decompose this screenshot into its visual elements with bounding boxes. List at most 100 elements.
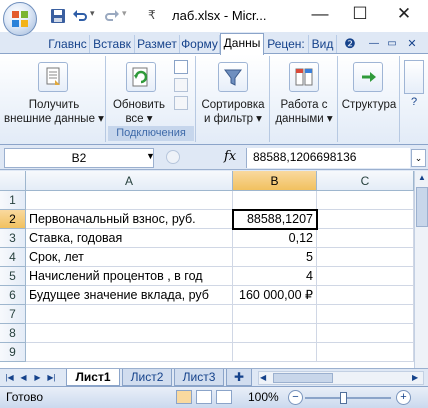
worksheet-grid[interactable]: A B C 1 2 3 4 5 6 7 8 9 Первоначальный в… [0, 171, 428, 368]
data-tools-button[interactable]: Работа с данными ▾ [270, 98, 338, 126]
customize-qat-button[interactable]: ₹ [148, 8, 156, 24]
column-header-c[interactable]: C [317, 171, 414, 191]
close-button[interactable]: ✕ [384, 0, 424, 30]
undo-dropdown-icon[interactable]: ▾ [90, 8, 95, 24]
minimize-button[interactable]: — [300, 0, 340, 30]
cell-a7[interactable] [26, 305, 233, 324]
cell-b3[interactable]: 0,12 [233, 229, 317, 248]
page-break-view-icon[interactable] [216, 390, 232, 404]
properties-icon[interactable] [174, 78, 188, 92]
hscroll-thumb[interactable] [273, 373, 333, 383]
insert-function-button[interactable]: fx [224, 149, 236, 164]
ribbon-minimize-icon[interactable]: — [366, 36, 382, 52]
zoom-out-button[interactable]: − [288, 390, 303, 405]
get-external-data-button[interactable]: Получить внешние данные ▾ [2, 98, 106, 126]
tab-data[interactable]: Данны [220, 33, 264, 55]
select-all-corner[interactable] [0, 171, 26, 191]
cell-a5[interactable]: Начислений процентов , в год [26, 267, 233, 286]
zoom-in-button[interactable]: + [396, 390, 411, 405]
cell-a1[interactable] [26, 191, 233, 210]
cell-b8[interactable] [233, 324, 317, 343]
hscroll-right-icon[interactable]: ▶ [412, 372, 422, 384]
row-header-7[interactable]: 7 [0, 305, 26, 324]
name-box[interactable]: B2 [4, 148, 154, 168]
sheet-tab-3[interactable]: Лист3 [174, 369, 224, 386]
cell-b5[interactable]: 4 [233, 267, 317, 286]
save-icon[interactable] [50, 8, 66, 24]
row-header-5[interactable]: 5 [0, 267, 26, 286]
refresh-all-button[interactable]: Обновить все ▾ [106, 98, 172, 126]
cell-b4[interactable]: 5 [233, 248, 317, 267]
maximize-button[interactable]: ☐ [340, 0, 380, 30]
sort-filter-button[interactable]: Сортировка и фильтр ▾ [196, 98, 270, 126]
prev-sheet-icon[interactable]: ◀ [18, 371, 29, 384]
cell-c4[interactable] [317, 248, 414, 267]
row-header-1[interactable]: 1 [0, 191, 26, 210]
sheet-tab-2[interactable]: Лист2 [122, 369, 172, 386]
cell-a8[interactable] [26, 324, 233, 343]
formula-expand-icon[interactable]: ⌄ [411, 149, 426, 167]
zoom-slider-track[interactable] [305, 397, 391, 399]
cell-a9[interactable] [26, 343, 233, 362]
redo-icon[interactable] [104, 8, 120, 24]
analysis-icon[interactable] [404, 60, 424, 94]
cell-c3[interactable] [317, 229, 414, 248]
hscroll-left-icon[interactable]: ◀ [260, 372, 270, 384]
tab-formulas[interactable]: Форму [180, 35, 220, 54]
cell-a4[interactable]: Срок, лет [26, 248, 233, 267]
insert-sheet-icon[interactable]: ✚ [226, 369, 252, 386]
cell-c1[interactable] [317, 191, 414, 210]
cell-c6[interactable] [317, 286, 414, 305]
cell-c2[interactable] [317, 210, 414, 229]
office-button[interactable] [3, 2, 37, 36]
tab-view[interactable]: Вид [309, 35, 337, 54]
row-header-4[interactable]: 4 [0, 248, 26, 267]
horizontal-scrollbar[interactable]: ◀ ▶ [258, 371, 424, 385]
zoom-slider-thumb[interactable] [340, 392, 347, 404]
vertical-scrollbar[interactable]: ▲ [414, 171, 428, 368]
column-header-a[interactable]: A [26, 171, 233, 191]
scroll-up-icon[interactable]: ▲ [416, 172, 428, 184]
redo-dropdown-icon[interactable]: ▾ [122, 8, 127, 24]
cell-b9[interactable] [233, 343, 317, 362]
cell-c5[interactable] [317, 267, 414, 286]
next-sheet-icon[interactable]: ▶ [32, 371, 43, 384]
row-header-3[interactable]: 3 [0, 229, 26, 248]
connections-icon[interactable] [174, 60, 188, 74]
cell-b6[interactable]: 160 000,00 ₽ [233, 286, 317, 305]
help-icon[interactable]: ❷ [342, 36, 358, 52]
ribbon-close-icon[interactable]: ✕ [404, 36, 420, 52]
cell-c8[interactable] [317, 324, 414, 343]
cell-a6[interactable]: Будущее значение вклада, руб [26, 286, 233, 305]
last-sheet-icon[interactable]: ▶| [46, 371, 57, 384]
row-header-8[interactable]: 8 [0, 324, 26, 343]
formula-bar-handle-icon[interactable] [166, 150, 180, 164]
formula-input[interactable]: 88588,1206698136 [246, 148, 410, 168]
solver-icon[interactable]: ? [404, 96, 424, 110]
page-layout-view-icon[interactable] [196, 390, 212, 404]
name-box-dropdown-icon[interactable]: ▼ [146, 151, 155, 161]
column-header-b[interactable]: B [233, 171, 317, 191]
tab-page-layout[interactable]: Размет [135, 35, 180, 54]
normal-view-icon[interactable] [176, 390, 192, 404]
cell-b7[interactable] [233, 305, 317, 324]
cell-b1[interactable] [233, 191, 317, 210]
undo-icon[interactable] [72, 8, 88, 24]
tab-home[interactable]: Главнс [46, 35, 90, 54]
ribbon-restore-icon[interactable]: ▭ [384, 36, 400, 52]
sheet-tab-1[interactable]: Лист1 [66, 369, 120, 386]
row-header-2[interactable]: 2 [0, 210, 26, 229]
cell-c7[interactable] [317, 305, 414, 324]
cell-c9[interactable] [317, 343, 414, 362]
tab-insert[interactable]: Вставк [90, 35, 135, 54]
row-header-9[interactable]: 9 [0, 343, 26, 362]
cell-a2[interactable]: Первоначальный взнос, руб. [26, 210, 233, 229]
cell-b2[interactable]: 88588,1207 [233, 210, 317, 229]
cell-a3[interactable]: Ставка, годовая [26, 229, 233, 248]
edit-links-icon[interactable] [174, 96, 188, 110]
scroll-thumb[interactable] [416, 187, 428, 227]
row-header-6[interactable]: 6 [0, 286, 26, 305]
outline-button[interactable]: Структура [338, 98, 400, 112]
zoom-level[interactable]: 100% [248, 390, 279, 404]
tab-review[interactable]: Рецен: [264, 35, 309, 54]
